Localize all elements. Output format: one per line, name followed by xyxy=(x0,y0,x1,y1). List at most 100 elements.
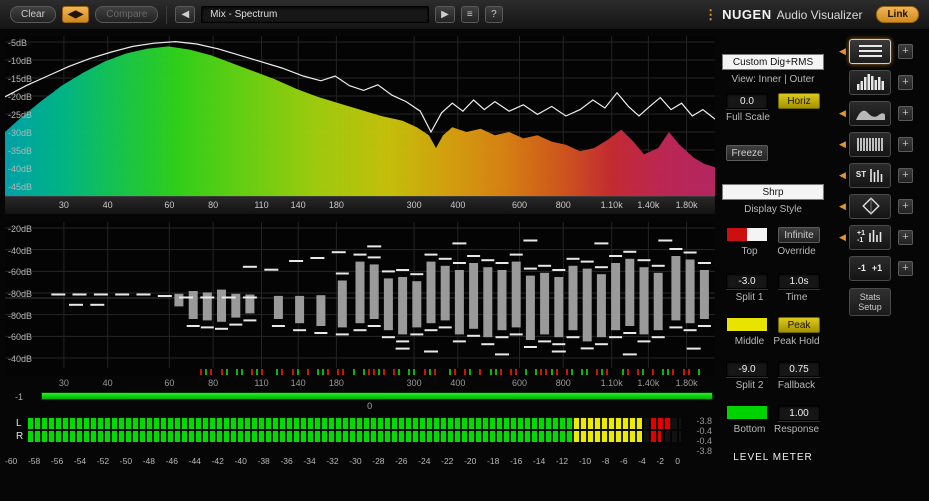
slot-arrow-icon[interactable]: ◀ xyxy=(836,46,849,57)
scale-label: -48 xyxy=(142,456,156,466)
freq-label: 60 xyxy=(164,200,175,210)
meter-row-left: L xyxy=(5,418,715,429)
scale-label: -50 xyxy=(119,456,133,466)
stats-setup-line1: Stats xyxy=(859,292,881,302)
slot-button-spectrum-curve[interactable] xyxy=(849,100,891,126)
level-meter-title: LEVEL METER xyxy=(733,452,813,463)
mini-plus-label: +1 xyxy=(857,230,865,237)
full-scale-field[interactable]: 0.0 xyxy=(726,93,768,109)
freq-label: 60 xyxy=(164,378,175,388)
scale-label: -20 xyxy=(464,456,477,466)
split2-field[interactable]: -9.0 xyxy=(726,361,768,377)
analyzer-display: -5dB -10dB -15dB -20dB -25dB -30dB -35dB -40dB -… xyxy=(5,36,715,466)
slot-row-7: ◀ +1 -1 + xyxy=(836,224,929,250)
add-slot-button[interactable]: + xyxy=(898,43,913,59)
freeze-button[interactable]: Freeze xyxy=(726,145,768,161)
slot-arrow-icon[interactable]: ◀ xyxy=(836,201,849,212)
add-slot-button[interactable]: + xyxy=(898,260,913,276)
readout-value: -3.8 xyxy=(696,416,712,426)
full-scale-label: Full Scale xyxy=(726,112,770,123)
audio-visualizer-window: Clear ◀▶ Compare ◀ Mix - Spectrum ▶ ≡ ? … xyxy=(0,0,929,501)
histogram-plot xyxy=(5,222,715,368)
override-label: Override xyxy=(777,246,816,257)
stereo-bars-icon xyxy=(870,169,883,182)
preset-menu-button[interactable]: ≡ xyxy=(460,6,479,23)
add-slot-button[interactable]: + xyxy=(898,229,913,245)
correlation-min-label: -1 xyxy=(15,392,24,402)
scale-label: -56 xyxy=(50,456,64,466)
slot-button-dense-bars[interactable] xyxy=(849,131,891,157)
prev-preset-button[interactable]: ◀ xyxy=(175,6,196,23)
swap-arrows-button[interactable]: ◀▶ xyxy=(61,6,90,23)
slot-button-stereo[interactable]: ST xyxy=(849,162,891,188)
slot-button-vectorscope[interactable] xyxy=(849,193,891,219)
preset-mode-select[interactable]: Custom Dig+RMS xyxy=(722,54,824,70)
scale-label: -6 xyxy=(620,456,628,466)
fallback-field[interactable]: 0.75 xyxy=(778,361,820,377)
peak-hold-button[interactable]: Peak xyxy=(778,317,820,333)
response-field[interactable]: 1.00 xyxy=(778,405,820,421)
link-button[interactable]: Link xyxy=(876,6,919,23)
play-button[interactable]: ▶ xyxy=(435,6,455,23)
vectorscope-diamond-icon xyxy=(862,197,880,215)
middle-color-swatch[interactable] xyxy=(726,317,768,332)
horiz-button[interactable]: Horiz xyxy=(778,93,820,109)
slot-button-loudness-meter[interactable]: +1 -1 xyxy=(849,224,891,250)
preset-name-field[interactable]: Mix - Spectrum xyxy=(201,6,430,23)
view-mode-label: View: Inner | Outer xyxy=(731,74,815,85)
meter-row-right: R xyxy=(5,431,715,442)
range-plus-label: +1 xyxy=(871,263,883,273)
scale-label: 0 xyxy=(675,456,681,466)
bottom-color-swatch[interactable] xyxy=(726,405,768,420)
meter-yellow-segment xyxy=(573,431,642,442)
split1-field[interactable]: -3.0 xyxy=(726,273,768,289)
display-style-select[interactable]: Shrp xyxy=(722,184,824,200)
add-slot-button[interactable]: + xyxy=(898,167,913,183)
correlation-zero-label: 0 xyxy=(367,401,373,411)
correlation-meter xyxy=(41,392,713,400)
scale-label: -18 xyxy=(487,456,500,466)
time-field[interactable]: 1.0s xyxy=(778,273,820,289)
slot-row-1: ◀ + xyxy=(836,38,929,64)
add-slot-button[interactable]: + xyxy=(898,136,913,152)
meter-scale: -60 -58 -56 -54 -52 -50 -48 -46 -44 -42 -40 -38 -36-… xyxy=(5,456,681,466)
top-color-swatch[interactable] xyxy=(726,227,768,242)
correlation-range-button[interactable]: -1 +1 xyxy=(849,255,891,281)
override-button[interactable]: Infinite xyxy=(778,227,820,243)
freq-label: 400 xyxy=(450,200,466,210)
controls-panel: Custom Dig+RMS View: Inner | Outer 0.0 H… xyxy=(718,36,828,463)
freq-label: 140 xyxy=(290,378,306,388)
slot-arrow-icon[interactable]: ◀ xyxy=(836,139,849,150)
freq-label: 600 xyxy=(511,378,528,388)
scale-label: -60 xyxy=(5,456,18,466)
freq-label: 1.40k xyxy=(637,378,660,388)
slot-arrow-icon[interactable]: ◀ xyxy=(836,108,849,119)
toolbar: Clear ◀▶ Compare ◀ Mix - Spectrum ▶ ≡ ? … xyxy=(0,0,929,30)
stats-setup-line2: Setup xyxy=(858,302,882,312)
channel-label-right: R xyxy=(16,431,24,442)
stats-setup-button[interactable]: Stats Setup xyxy=(849,288,891,316)
add-slot-button[interactable]: + xyxy=(898,105,913,121)
clear-button[interactable]: Clear xyxy=(10,6,56,23)
slot-button-spectrum-bars[interactable] xyxy=(849,69,891,95)
add-slot-button[interactable]: + xyxy=(898,198,913,214)
slot-arrow-icon[interactable]: ◀ xyxy=(836,232,849,243)
stereo-label: ST xyxy=(855,170,867,179)
slot-row-6: ◀ + xyxy=(836,193,929,219)
time-label: Time xyxy=(785,292,808,303)
mini-minus-label: -1 xyxy=(857,237,864,244)
slot-row-2: ◀ + xyxy=(836,69,929,95)
add-slot-button[interactable]: + xyxy=(898,74,913,90)
range-minus-label: -1 xyxy=(857,263,866,273)
slot-button-meter-view[interactable] xyxy=(849,38,891,64)
freq-label: 1.10k xyxy=(600,200,623,210)
meter-red-peak xyxy=(650,431,662,442)
scale-label: -30 xyxy=(349,456,362,466)
freq-label: 80 xyxy=(208,200,219,210)
slot-row-8: ◀ -1 +1 + xyxy=(836,255,929,281)
compare-button[interactable]: Compare xyxy=(95,6,159,23)
scale-label: -8 xyxy=(601,456,610,466)
slot-arrow-icon[interactable]: ◀ xyxy=(836,170,849,181)
freq-label: 1.40k xyxy=(637,200,660,210)
help-button[interactable]: ? xyxy=(484,6,503,23)
